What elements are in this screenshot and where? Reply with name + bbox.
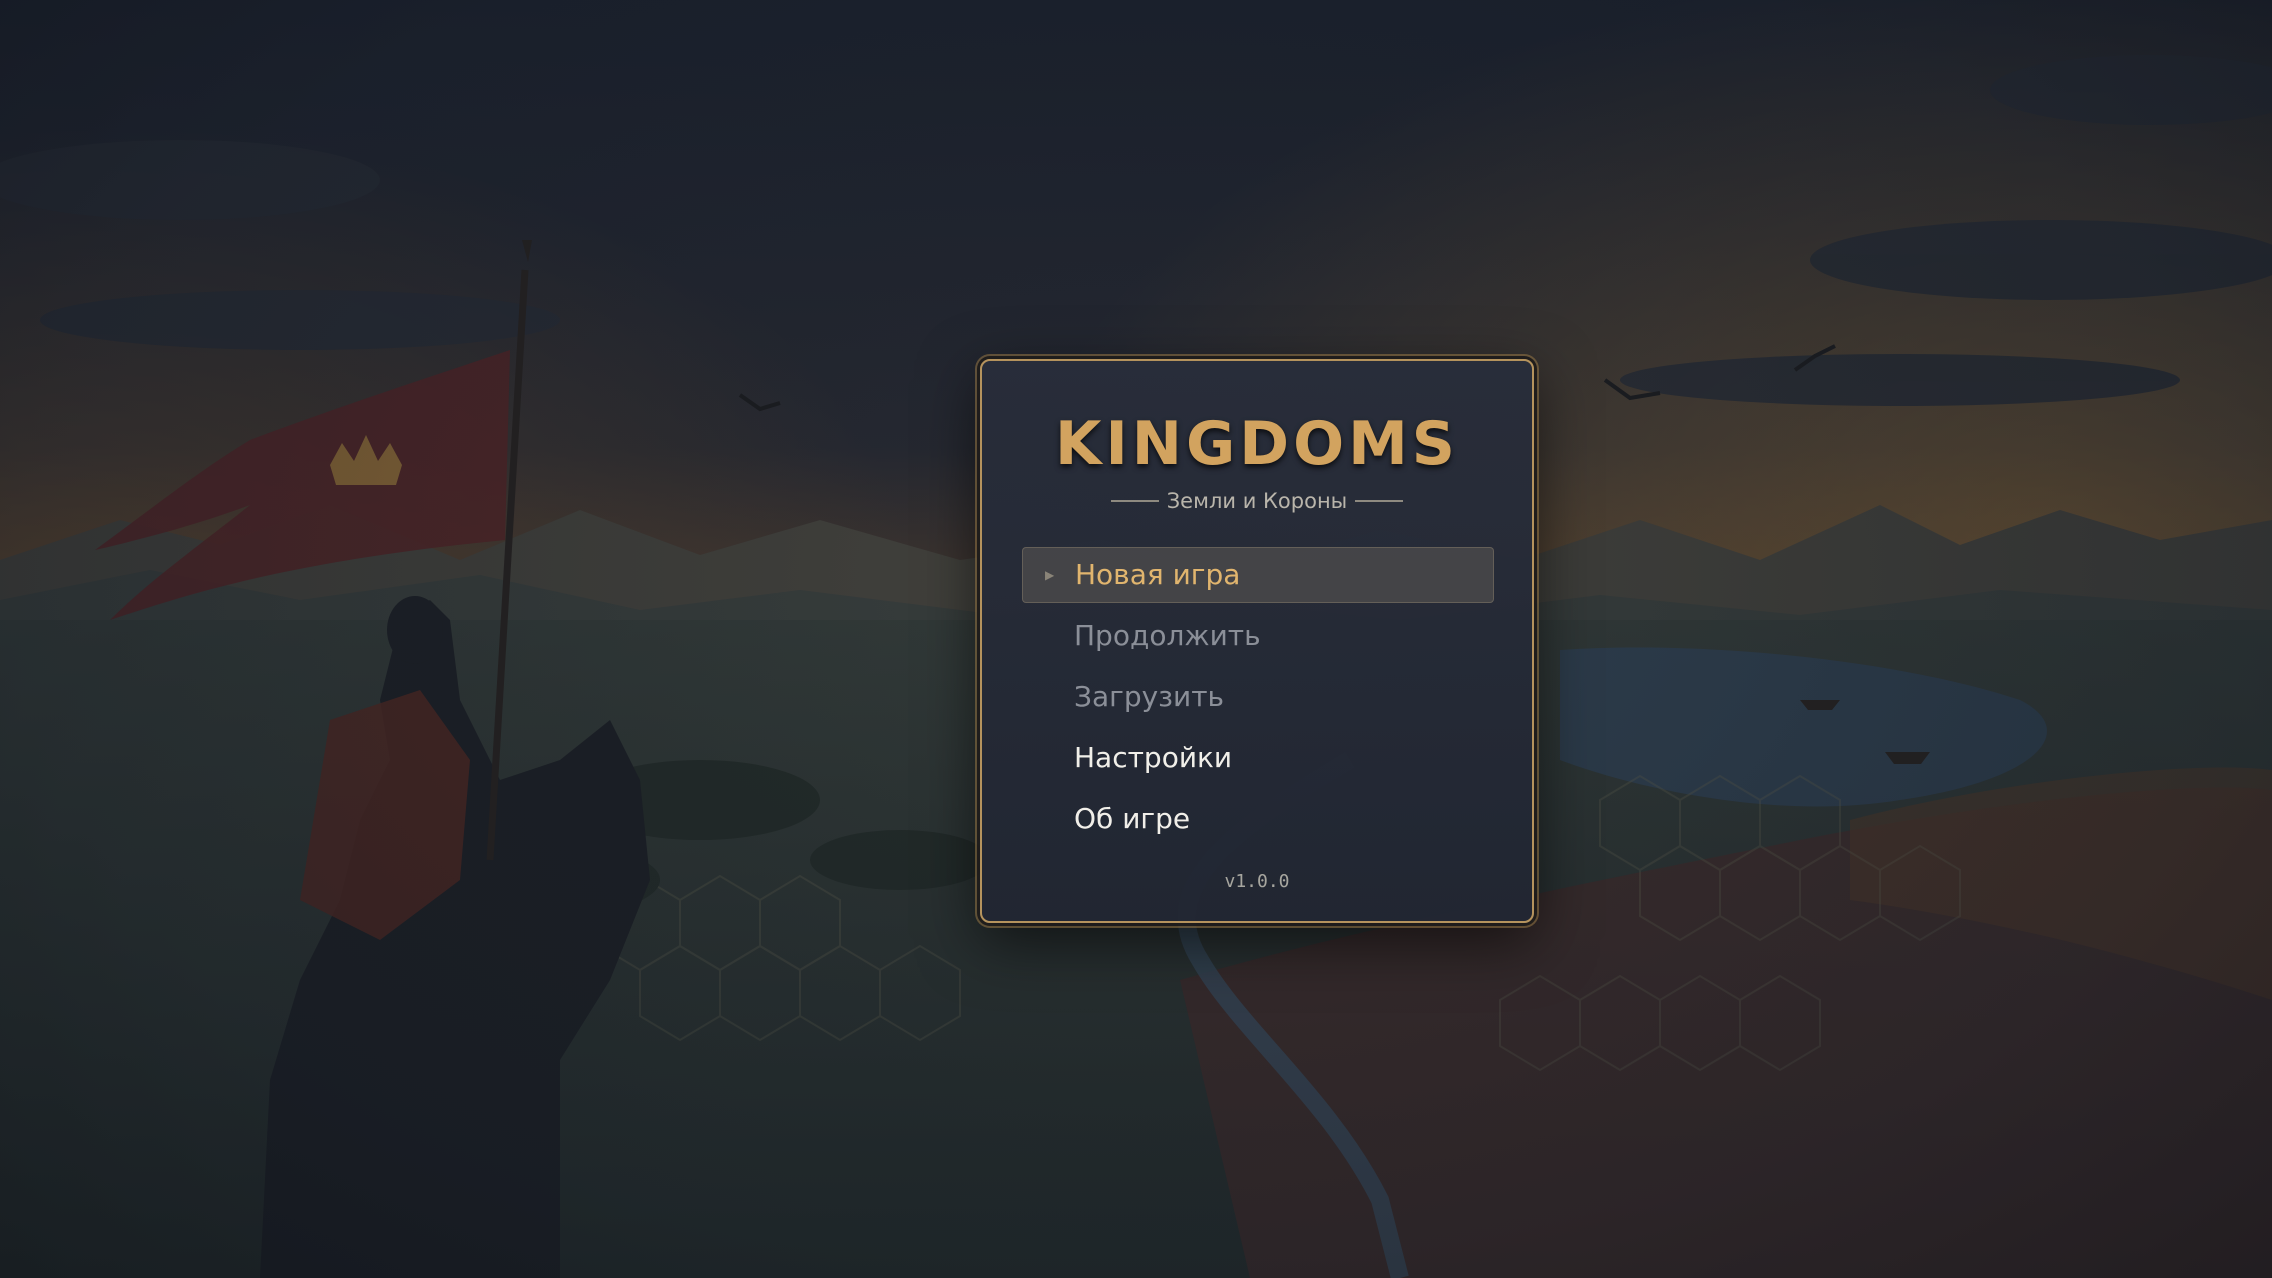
menu-item-about[interactable]: Об игре	[1022, 791, 1494, 847]
game-title: KINGDOMS	[1054, 409, 1459, 479]
menu-item-label: Продолжить	[1074, 619, 1261, 652]
menu-item-new-game[interactable]: ▶ Новая игра	[1022, 547, 1494, 603]
menu-item-label: Настройки	[1074, 741, 1233, 774]
subtitle-divider-left	[1110, 500, 1159, 502]
main-menu-panel: KINGDOMS Земли и Короны ▶ Новая игра Про…	[980, 359, 1534, 923]
menu-item-label: Об игре	[1074, 802, 1191, 835]
menu-item-label: Новая игра	[1075, 558, 1241, 591]
menu-item-continue[interactable]: Продолжить	[1022, 608, 1494, 664]
main-menu: ▶ Новая игра Продолжить Загрузить Настро…	[1022, 547, 1494, 852]
subtitle-divider-right	[1355, 500, 1404, 502]
menu-item-settings[interactable]: Настройки	[1022, 730, 1494, 786]
subtitle-row: Земли и Короны	[982, 489, 1532, 513]
triangle-right-icon: ▶	[1045, 568, 1055, 582]
game-subtitle: Земли и Короны	[1166, 489, 1348, 513]
menu-item-load[interactable]: Загрузить	[1022, 669, 1494, 725]
menu-item-label: Загрузить	[1074, 680, 1225, 713]
version-label: v1.0.0	[1224, 871, 1290, 892]
